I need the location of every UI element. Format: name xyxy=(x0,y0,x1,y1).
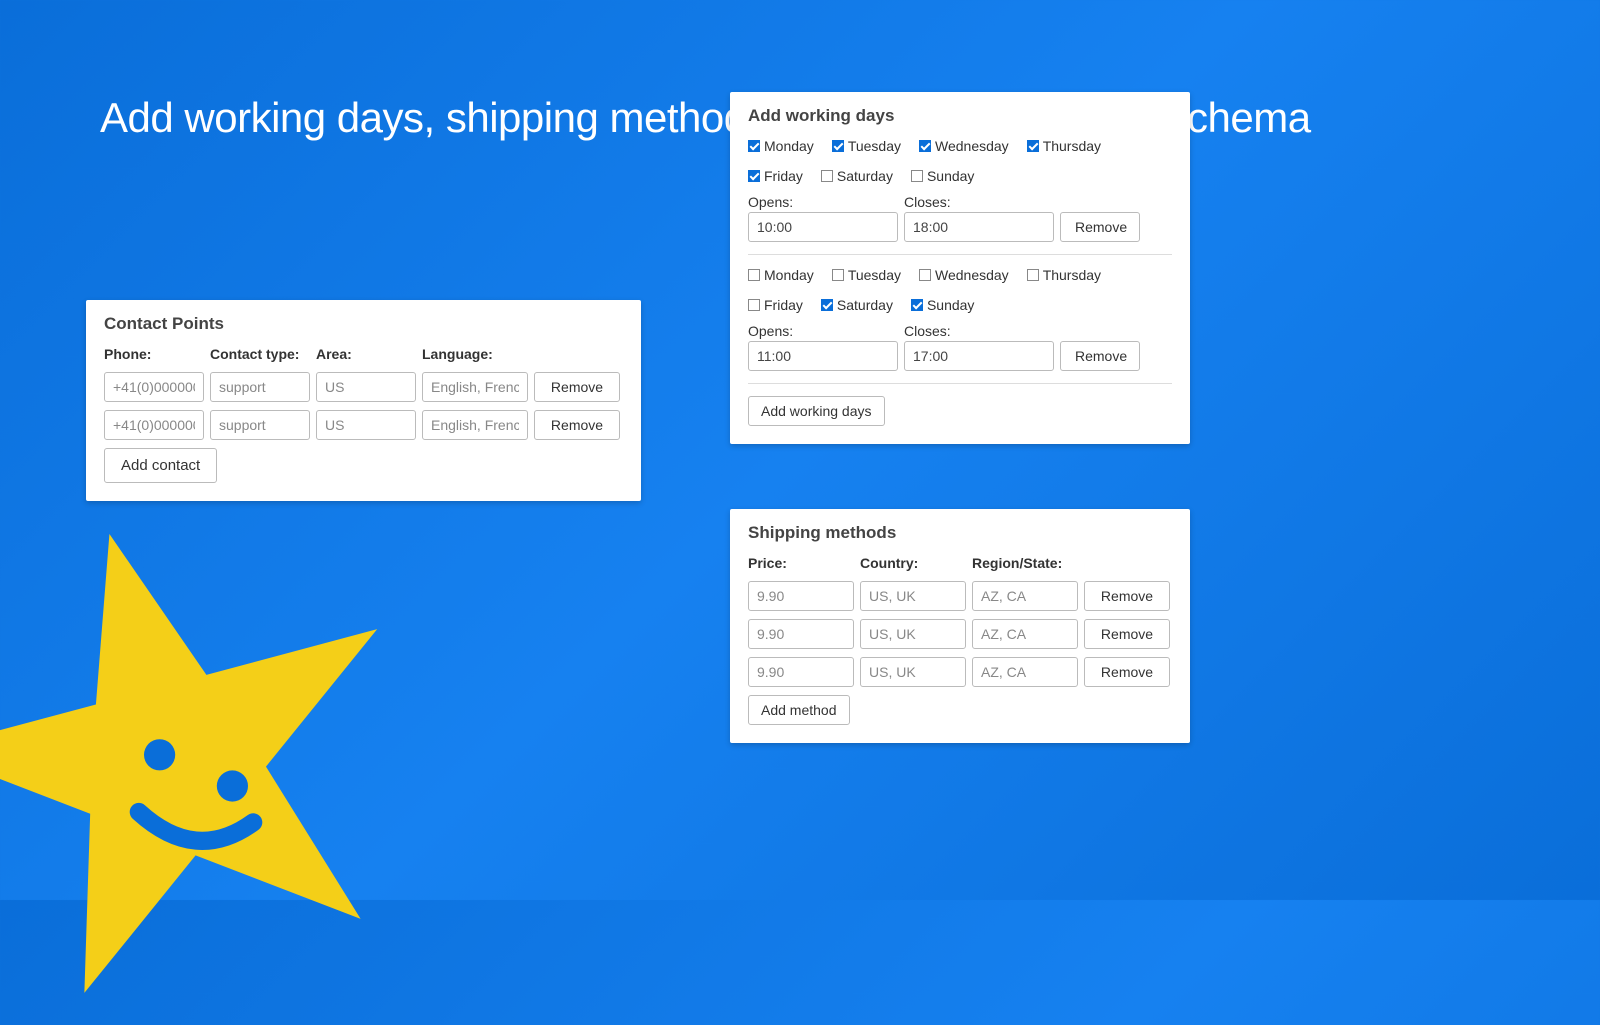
day-sunday[interactable]: Sunday xyxy=(911,297,974,313)
day-sunday[interactable]: Sunday xyxy=(911,168,974,184)
checkbox-icon xyxy=(919,269,931,281)
area-input[interactable] xyxy=(316,372,416,402)
day-tuesday[interactable]: Tuesday xyxy=(832,267,901,283)
checkbox-icon xyxy=(832,269,844,281)
region-label: Region/State: xyxy=(972,555,1078,571)
region-input[interactable] xyxy=(972,619,1078,649)
day-wednesday[interactable]: Wednesday xyxy=(919,138,1009,154)
remove-shipping-button[interactable]: Remove xyxy=(1084,581,1170,611)
opens-label: Opens: xyxy=(748,194,898,210)
phone-input[interactable] xyxy=(104,410,204,440)
checkbox-icon xyxy=(1027,269,1039,281)
price-label: Price: xyxy=(748,555,854,571)
language-input[interactable] xyxy=(422,372,528,402)
day-thursday[interactable]: Thursday xyxy=(1027,267,1101,283)
contact-type-label: Contact type: xyxy=(210,346,310,362)
country-input[interactable] xyxy=(860,657,966,687)
checkbox-icon xyxy=(748,170,760,182)
price-input[interactable] xyxy=(748,581,854,611)
closes-label: Closes: xyxy=(904,323,1054,339)
opens-label: Opens: xyxy=(748,323,898,339)
remove-workdays-button[interactable]: Remove xyxy=(1060,341,1140,371)
shipping-methods-panel: Shipping methods Price: Country: Region/… xyxy=(730,509,1190,743)
shipping-row: Remove xyxy=(748,581,1172,611)
day-thursday[interactable]: Thursday xyxy=(1027,138,1101,154)
country-label: Country: xyxy=(860,555,966,571)
checkbox-icon xyxy=(748,299,760,311)
days-row: Monday Tuesday Wednesday Thursday Friday… xyxy=(748,267,1172,313)
day-wednesday[interactable]: Wednesday xyxy=(919,267,1009,283)
checkbox-icon xyxy=(821,299,833,311)
checkbox-icon xyxy=(748,269,760,281)
language-input[interactable] xyxy=(422,410,528,440)
remove-shipping-button[interactable]: Remove xyxy=(1084,657,1170,687)
region-input[interactable] xyxy=(972,581,1078,611)
area-label: Area: xyxy=(316,346,416,362)
phone-input[interactable] xyxy=(104,372,204,402)
days-row: Monday Tuesday Wednesday Thursday Friday… xyxy=(748,138,1172,184)
remove-contact-button[interactable]: Remove xyxy=(534,410,620,440)
contact-row: Remove xyxy=(104,372,623,402)
remove-contact-button[interactable]: Remove xyxy=(534,372,620,402)
day-friday[interactable]: Friday xyxy=(748,297,803,313)
day-monday[interactable]: Monday xyxy=(748,138,814,154)
contact-points-panel: Contact Points Phone: Contact type: Area… xyxy=(86,300,641,501)
language-label: Language: xyxy=(422,346,528,362)
opens-input[interactable] xyxy=(748,212,898,242)
divider xyxy=(748,383,1172,384)
contact-type-input[interactable] xyxy=(210,410,310,440)
checkbox-icon xyxy=(911,299,923,311)
checkbox-icon xyxy=(821,170,833,182)
checkbox-icon xyxy=(832,140,844,152)
day-saturday[interactable]: Saturday xyxy=(821,168,893,184)
closes-label: Closes: xyxy=(904,194,1054,210)
contact-points-title: Contact Points xyxy=(104,314,623,334)
contact-type-input[interactable] xyxy=(210,372,310,402)
contact-row: Remove xyxy=(104,410,623,440)
day-friday[interactable]: Friday xyxy=(748,168,803,184)
opens-input[interactable] xyxy=(748,341,898,371)
day-saturday[interactable]: Saturday xyxy=(821,297,893,313)
remove-workdays-button[interactable]: Remove xyxy=(1060,212,1140,242)
closes-input[interactable] xyxy=(904,212,1054,242)
region-input[interactable] xyxy=(972,657,1078,687)
shipping-row: Remove xyxy=(748,657,1172,687)
closes-input[interactable] xyxy=(904,341,1054,371)
remove-shipping-button[interactable]: Remove xyxy=(1084,619,1170,649)
star-graphic xyxy=(0,500,430,1020)
price-input[interactable] xyxy=(748,657,854,687)
checkbox-icon xyxy=(748,140,760,152)
day-tuesday[interactable]: Tuesday xyxy=(832,138,901,154)
checkbox-icon xyxy=(919,140,931,152)
add-working-days-button[interactable]: Add working days xyxy=(748,396,885,426)
shipping-row: Remove xyxy=(748,619,1172,649)
checkbox-icon xyxy=(1027,140,1039,152)
area-input[interactable] xyxy=(316,410,416,440)
add-shipping-button[interactable]: Add method xyxy=(748,695,850,725)
shipping-methods-title: Shipping methods xyxy=(748,523,1172,543)
divider xyxy=(748,254,1172,255)
price-input[interactable] xyxy=(748,619,854,649)
checkbox-icon xyxy=(911,170,923,182)
country-input[interactable] xyxy=(860,581,966,611)
country-input[interactable] xyxy=(860,619,966,649)
working-days-title: Add working days xyxy=(748,106,1172,126)
add-contact-button[interactable]: Add contact xyxy=(104,448,217,483)
working-days-panel: Add working days Monday Tuesday Wednesda… xyxy=(730,92,1190,444)
day-monday[interactable]: Monday xyxy=(748,267,814,283)
phone-label: Phone: xyxy=(104,346,204,362)
